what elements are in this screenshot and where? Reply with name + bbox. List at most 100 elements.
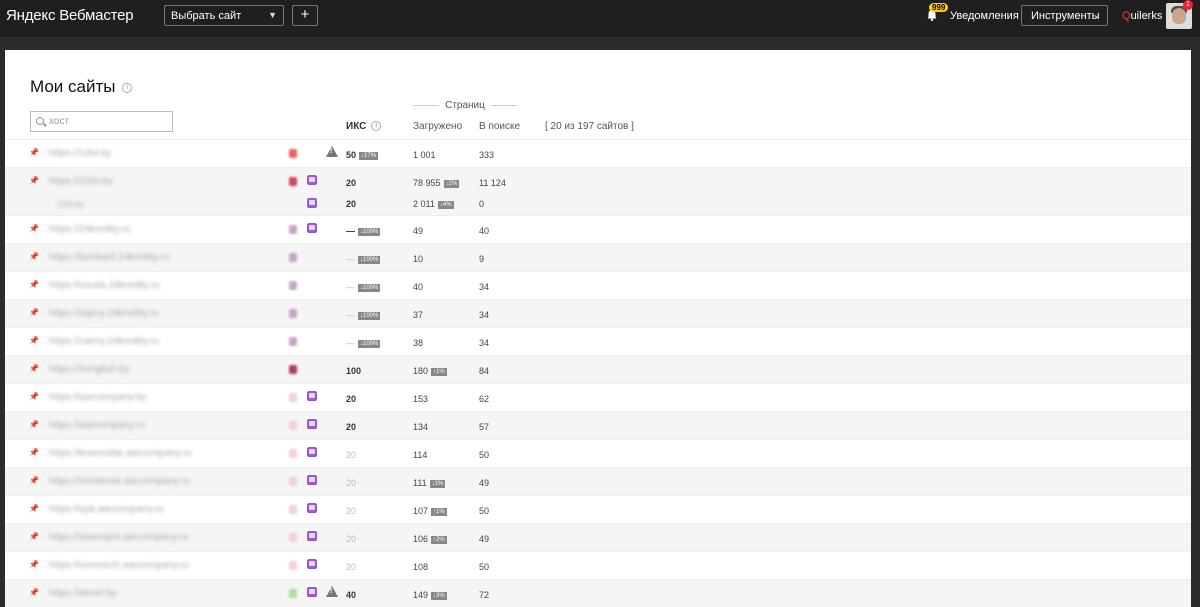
site-host-link[interactable]: https://voronezh.aarcompany.ru <box>49 560 189 571</box>
user-login-rest: uilerks <box>1130 10 1163 22</box>
site-host-link[interactable]: https://aarcompany.ru <box>49 420 145 431</box>
pin-icon[interactable]: 📌 <box>29 420 39 429</box>
iks-number: — <box>346 310 355 320</box>
site-host-link[interactable]: https://zajmy.24kredity.ru <box>49 308 159 319</box>
site-status-indicator <box>289 337 297 346</box>
pages-column-group-header: Страниц <box>413 100 517 111</box>
turbo-pages-icon[interactable] <box>307 475 317 485</box>
sites-table: 📌https://1dol.by50↓17%1 001333📌https://2… <box>5 139 1191 607</box>
iks-number: 20 <box>346 562 357 572</box>
user-login[interactable]: Quilerks <box>1122 10 1162 22</box>
iks-change-badge: ↓17% <box>359 152 379 160</box>
turbo-pages-icon[interactable] <box>307 559 317 569</box>
table-row[interactable]: 📌 https://24kredity.ru — ↓100% 49 40 <box>5 215 1191 243</box>
table-row[interactable]: 📌 https://zajmy.24kredity.ru — ↓100% 37 34 <box>5 299 1191 327</box>
pin-icon[interactable]: 📌 <box>29 448 39 457</box>
table-subrow[interactable]: 220v.by 20 2 011 ↓4% 0 <box>5 195 1191 215</box>
pin-icon[interactable]: 📌 <box>29 252 39 261</box>
pin-icon[interactable]: 📌 <box>29 308 39 317</box>
site-host-link[interactable]: https://spb.aarcompany.ru <box>49 504 164 515</box>
table-row[interactable]: 📌 https://2english.by 100 180 ↑1% 84 <box>5 355 1191 383</box>
turbo-pages-icon[interactable] <box>307 391 317 401</box>
site-host-link[interactable]: https://1dol.by <box>49 148 111 159</box>
site-host-link[interactable]: https://220v.by <box>49 176 113 187</box>
site-host-link[interactable]: https://smolensk.aarcompany.ru <box>49 476 190 487</box>
pin-icon[interactable]: 📌 <box>29 532 39 541</box>
pages-in-search-value: 11 124 <box>479 178 506 188</box>
site-host-link[interactable]: https://krasnodar.aarcompany.ru <box>49 448 192 459</box>
site-host-link[interactable]: https://abvet.by <box>49 588 117 599</box>
pin-icon[interactable]: 📌 <box>29 336 39 345</box>
pin-icon[interactable]: 📌 <box>29 392 39 401</box>
pin-icon[interactable]: 📌 <box>29 588 39 597</box>
turbo-pages-icon[interactable] <box>307 419 317 429</box>
loaded-column-header[interactable]: Загружено <box>413 121 462 132</box>
turbo-pages-icon[interactable] <box>307 175 317 185</box>
table-row[interactable]: 📌 https://zaimy.24kredity.ru — ↓100% 38 34 <box>5 327 1191 355</box>
table-row[interactable]: 📌 https://abvet.by 40 149↓3% 72 <box>5 579 1191 607</box>
pages-loaded-value: 111 ↓1% <box>413 478 446 488</box>
site-host-link[interactable]: https://aarcompany.by <box>49 392 147 403</box>
table-row[interactable]: 📌 https://voronezh.aarcompany.ru 20 108 50 <box>5 551 1191 579</box>
table-row[interactable]: 📌 https://ssuda.24kredity.ru — ↓100% 40 34 <box>5 271 1191 299</box>
pin-icon[interactable]: 📌 <box>29 148 39 157</box>
warning-icon[interactable] <box>326 586 338 597</box>
site-host-link[interactable]: https://24kredity.ru <box>49 224 131 235</box>
pin-icon[interactable]: 📌 <box>29 280 39 289</box>
site-host-link[interactable]: https://ssuda.24kredity.ru <box>49 280 160 291</box>
pin-icon[interactable]: 📌 <box>29 476 39 485</box>
iks-change-badge: ↓100% <box>358 284 381 292</box>
add-site-button[interactable]: + <box>292 5 318 26</box>
pin-icon[interactable]: 📌 <box>29 364 39 373</box>
turbo-pages-icon[interactable] <box>307 587 317 597</box>
site-host-link[interactable]: 220v.by <box>57 200 84 209</box>
chevron-down-icon: ⌄ <box>1093 10 1101 20</box>
iks-change-badge: ↓100% <box>358 340 381 348</box>
warning-icon[interactable] <box>326 146 338 157</box>
pin-icon[interactable]: 📌 <box>29 504 39 513</box>
pages-loaded-number: 180 <box>413 366 429 376</box>
pages-in-search-value: 72 <box>479 590 490 600</box>
table-row[interactable]: 📌 https://spb.aarcompany.ru 20 107 ↑1% 50 <box>5 495 1191 523</box>
notifications-link[interactable]: Уведомления <box>950 10 1019 22</box>
pin-icon[interactable]: 📌 <box>29 176 39 185</box>
group-line-right <box>491 105 517 106</box>
info-icon[interactable]: i <box>371 121 382 132</box>
pages-loaded-value: 114 <box>413 450 427 460</box>
turbo-pages-icon[interactable] <box>307 223 317 233</box>
iks-number: — <box>346 282 355 292</box>
tools-dropdown[interactable]: Инструменты ⌄ <box>1021 5 1108 26</box>
table-row[interactable]: 📌 https://aarcompany.ru 20 134 57 <box>5 411 1191 439</box>
site-host-link[interactable]: https://lombard.24kredity.ru <box>49 252 169 263</box>
yandex-webmaster-logo[interactable]: Яндекс Вебмастер <box>6 7 134 24</box>
pages-in-search-value: 9 <box>479 254 485 264</box>
site-select-dropdown[interactable]: Выбрать сайт ▼ <box>164 5 284 26</box>
info-icon[interactable]: i <box>122 82 133 93</box>
table-row[interactable]: 📌 https://1dol.by 50↓17% 1 001 333 <box>5 139 1191 167</box>
iks-column-header[interactable]: ИКС i <box>346 121 382 132</box>
site-status-indicator <box>289 225 297 234</box>
table-row[interactable]: 📌 https://220v.by 20 78 955 ↓2% 11 124 <box>5 167 1191 195</box>
table-row[interactable]: 📌 https://smolensk.aarcompany.ru 20 111 ↓1% 4… <box>5 467 1191 495</box>
pages-loaded-number: 153 <box>413 394 429 404</box>
table-row[interactable]: 📌 https://aarcompany.by 20 153 62 <box>5 383 1191 411</box>
in-search-column-header[interactable]: В поиске <box>479 121 520 132</box>
turbo-pages-icon[interactable] <box>307 531 317 541</box>
site-host-link[interactable]: https://stavropol.aarcompany.ru <box>49 532 188 543</box>
loaded-change-badge: ↑1% <box>431 368 447 376</box>
table-row[interactable]: 📌 https://lombard.24kredity.ru — ↓100% 10 9 <box>5 243 1191 271</box>
pages-loaded-number: 114 <box>413 450 428 460</box>
site-host-link[interactable]: https://2english.by <box>49 364 130 375</box>
turbo-pages-icon[interactable] <box>307 198 317 208</box>
host-search-input[interactable]: хост <box>30 111 173 132</box>
pin-icon[interactable]: 📌 <box>29 224 39 233</box>
turbo-pages-icon[interactable] <box>307 503 317 513</box>
table-row[interactable]: 📌 https://krasnodar.aarcompany.ru 20 114 50 <box>5 439 1191 467</box>
site-host-link[interactable]: https://zaimy.24kredity.ru <box>49 336 159 347</box>
pages-loaded-number: 149 <box>413 590 429 600</box>
search-icon <box>36 117 44 125</box>
loaded-change-badge: ↑2% <box>431 536 447 544</box>
pin-icon[interactable]: 📌 <box>29 560 39 569</box>
table-row[interactable]: 📌 https://stavropol.aarcompany.ru 20 106 ↑2%… <box>5 523 1191 551</box>
turbo-pages-icon[interactable] <box>307 447 317 457</box>
